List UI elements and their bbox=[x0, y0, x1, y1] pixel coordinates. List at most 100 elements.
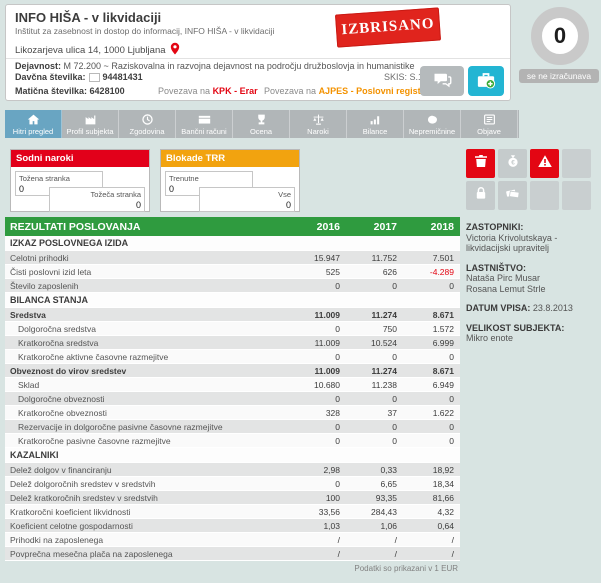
row-value: 81,66 bbox=[403, 493, 460, 503]
company-address-text: Likozarjeva ulica 14, 1000 Ljubljana bbox=[15, 45, 166, 56]
tab-hitri-pregled[interactable]: Hitri pregled bbox=[5, 110, 62, 138]
velikost-label: VELIKOST SUBJEKTA: bbox=[466, 323, 596, 334]
tab-ban-ni-ra-uni[interactable]: Bančni računi bbox=[176, 110, 233, 138]
row-value: 0 bbox=[346, 394, 403, 404]
row-label: Prihodki na zaposlenega bbox=[5, 535, 289, 545]
tab-label: Bančni računi bbox=[181, 127, 226, 136]
table-row: Kratkoročne aktivne časovne razmejitve00… bbox=[5, 350, 460, 364]
row-value: 8.671 bbox=[403, 366, 460, 376]
row-value: 1,06 bbox=[346, 521, 403, 531]
row-value: 11.274 bbox=[346, 366, 403, 376]
company-header-card: INFO HIŠA - v likvidaciji Inštitut za za… bbox=[5, 4, 511, 101]
scales-icon bbox=[312, 113, 325, 126]
activity-line: Dejavnost: M 72.200 ~ Raziskovalna in ra… bbox=[15, 61, 414, 71]
year-column-2017: 2017 bbox=[346, 221, 403, 233]
row-value: 18,34 bbox=[403, 479, 460, 489]
tab-nepremi-nine[interactable]: Nepremičnine bbox=[404, 110, 461, 138]
datum-vpisa-label: DATUM VPISA: bbox=[466, 303, 530, 313]
activity-label: Dejavnost: bbox=[15, 61, 61, 71]
sodni-naroki-box: Sodni naroki Tožena stranka 0 Tožeča str… bbox=[10, 149, 150, 212]
row-value: 0 bbox=[289, 394, 346, 404]
table-section-row: IZKAZ POSLOVNEGA IZIDA bbox=[5, 236, 460, 251]
action-button-grid: € bbox=[466, 149, 596, 210]
vse-label: Vse bbox=[203, 190, 291, 199]
tab-label: Bilance bbox=[363, 127, 388, 136]
tab-objave[interactable]: Objave bbox=[461, 110, 518, 138]
company-title: INFO HIŠA - v likvidaciji bbox=[15, 10, 161, 25]
row-value: 33,56 bbox=[289, 507, 346, 517]
section-label: IZKAZ POSLOVNEGA IZIDA bbox=[5, 238, 460, 248]
tab-profil-subjekta[interactable]: Profil subjekta bbox=[62, 110, 119, 138]
results-table-body: IZKAZ POSLOVNEGA IZIDA Celotni prihodki15… bbox=[5, 236, 460, 561]
tax-checkbox[interactable] bbox=[89, 73, 100, 82]
tab-label: Nepremičnine bbox=[409, 127, 455, 136]
activity-value: M 72.200 ~ Raziskovalna in razvojna deja… bbox=[64, 61, 415, 71]
row-value: 0 bbox=[346, 281, 403, 291]
lock-button[interactable] bbox=[466, 181, 495, 210]
row-value: 0 bbox=[289, 352, 346, 362]
row-value: 18,92 bbox=[403, 465, 460, 475]
score-circle: 0 bbox=[531, 7, 589, 65]
row-value: 6,65 bbox=[346, 479, 403, 489]
trash-icon bbox=[473, 153, 489, 174]
tab-naroki[interactable]: Naroki bbox=[290, 110, 347, 138]
action-button-empty bbox=[562, 149, 591, 178]
row-value: 15.947 bbox=[289, 253, 346, 263]
add-to-portfolio-button[interactable] bbox=[468, 66, 504, 96]
chat-icon bbox=[432, 70, 452, 92]
results-title: REZULTATI POSLOVANJA bbox=[5, 221, 289, 233]
reg-value: 6428100 bbox=[90, 86, 125, 96]
table-row: Kratkoročni koeficient likvidnosti33,562… bbox=[5, 505, 460, 519]
table-footnote: Podatki so prikazani v 1 EUR bbox=[5, 564, 460, 573]
section-label: BILANCA STANJA bbox=[5, 295, 460, 305]
row-value: 11.009 bbox=[289, 310, 346, 320]
row-value: 525 bbox=[289, 267, 346, 277]
row-value: 0 bbox=[403, 394, 460, 404]
company-subtitle: Inštitut za zasebnost in dostop do infor… bbox=[15, 26, 274, 36]
row-value: 0 bbox=[289, 479, 346, 489]
row-value: 10.680 bbox=[289, 380, 346, 390]
news-icon bbox=[483, 113, 496, 126]
row-value: / bbox=[289, 535, 346, 545]
table-row: Čisti poslovni izid leta525626-4.289 bbox=[5, 265, 460, 279]
tab-ocena[interactable]: Ocena bbox=[233, 110, 290, 138]
map-icon bbox=[426, 113, 439, 126]
row-value: / bbox=[403, 535, 460, 545]
moneybag-icon: € bbox=[505, 153, 521, 174]
row-value: 0,33 bbox=[346, 465, 403, 475]
ajpes-link[interactable]: AJPES - Poslovni register bbox=[319, 86, 430, 96]
table-row: Delež kratkoročnih sredstev v sredstvih1… bbox=[5, 491, 460, 505]
warning-icon bbox=[537, 153, 553, 174]
row-label: Dolgoročne obveznosti bbox=[5, 394, 289, 404]
briefcase-plus-icon bbox=[476, 70, 496, 92]
tab-label: Naroki bbox=[307, 127, 329, 136]
warning-button[interactable] bbox=[530, 149, 559, 178]
tab-bilance[interactable]: Bilance bbox=[347, 110, 404, 138]
vse-value: 0 bbox=[203, 200, 291, 210]
location-pin-icon[interactable] bbox=[170, 42, 180, 58]
owners-list: Nataša Pirc MusarRosana Lemut Strle bbox=[466, 273, 596, 294]
row-value: 0 bbox=[346, 352, 403, 362]
tab-label: Objave bbox=[477, 127, 501, 136]
deleted-stamp: IZBRISANO bbox=[335, 7, 441, 47]
comments-button[interactable] bbox=[420, 66, 464, 96]
trophy-icon bbox=[255, 113, 268, 126]
kpk-erar-link[interactable]: KPK - Erar bbox=[213, 86, 258, 96]
row-label: Kratkoročne obveznosti bbox=[5, 408, 289, 418]
row-label: Kratkoročne pasivne časovne razmejitve bbox=[5, 436, 289, 446]
table-row: Dolgoročne obveznosti000 bbox=[5, 392, 460, 406]
table-row: Celotni prihodki15.94711.7527.501 bbox=[5, 251, 460, 265]
tab-zgodovina[interactable]: Zgodovina bbox=[119, 110, 176, 138]
ajpes-line: Povezava na AJPES - Poslovni register bbox=[264, 86, 429, 96]
trenutne-label: Trenutne bbox=[169, 174, 249, 183]
row-value: 4,32 bbox=[403, 507, 460, 517]
row-label: Delež kratkoročnih sredstev v sredstvih bbox=[5, 493, 289, 503]
datum-vpisa-line: DATUM VPISA: 23.8.2013 bbox=[466, 303, 596, 314]
moneybag-button[interactable]: € bbox=[498, 149, 527, 178]
trash-button[interactable] bbox=[466, 149, 495, 178]
table-row: Dolgoročna sredstva07501.572 bbox=[5, 322, 460, 336]
vse-field: Vse 0 bbox=[199, 187, 295, 212]
row-value: 1.572 bbox=[403, 324, 460, 334]
banknotes-button[interactable] bbox=[498, 181, 527, 210]
row-value: -4.289 bbox=[403, 267, 460, 277]
